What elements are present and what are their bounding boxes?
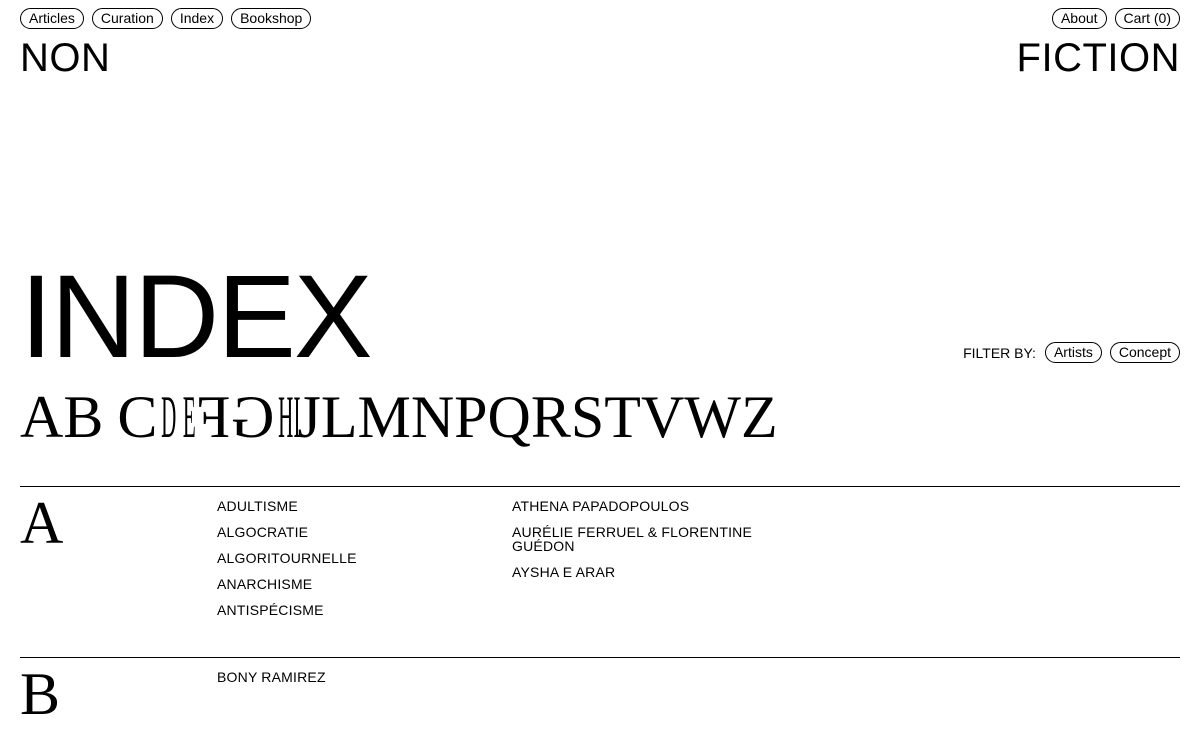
nav-index-button[interactable]: Index: [170, 8, 224, 29]
nav-about-button[interactable]: About: [1051, 8, 1107, 29]
alphabet-letter-w[interactable]: W: [684, 384, 741, 450]
alphabet-letter-i[interactable]: I: [294, 384, 301, 450]
nav-curation-button[interactable]: Curation: [91, 8, 163, 29]
brand-logo-non[interactable]: NON: [20, 36, 110, 80]
index-entry[interactable]: ATHENA PAPADOPOULOS: [512, 499, 782, 513]
alphabet-letter-e[interactable]: E: [183, 384, 196, 450]
concepts-column: BONY RAMIREZ: [217, 670, 477, 696]
index-entry[interactable]: ANTISPÉCISME: [217, 603, 477, 617]
alphabet-letter-n[interactable]: N: [411, 384, 454, 450]
filter-label: FILTER BY:: [963, 344, 1036, 361]
page-title: INDEX: [20, 251, 373, 383]
index-section-b: B BONY RAMIREZ: [20, 657, 1180, 738]
alphabet-letter-h[interactable]: H: [278, 384, 293, 450]
concepts-column: ADULTISME ALGOCRATIE ALGORITOURNELLE ANA…: [217, 499, 477, 629]
alphabet-letter-a[interactable]: A: [20, 384, 63, 450]
alphabet-letter-s[interactable]: S: [571, 384, 604, 450]
main-nav: Articles Curation Index Bookshop: [20, 8, 312, 29]
index-entry[interactable]: AYSHA E ARAR: [512, 565, 782, 579]
alphabet-letter-t[interactable]: T: [604, 384, 641, 450]
alphabet-letter-m[interactable]: M: [357, 384, 410, 450]
alphabet-letter-c[interactable]: C: [117, 384, 157, 450]
alphabet-nav: A B C D E F G H I J L M N P Q R S T V W …: [20, 384, 778, 450]
index-entry[interactable]: AURÉLIE FERRUEL & FLORENTINE GUÉDON: [512, 525, 782, 553]
nav-bookshop-button[interactable]: Bookshop: [231, 8, 312, 29]
index-section-a: A ADULTISME ALGOCRATIE ALGORITOURNELLE A…: [20, 486, 1180, 657]
section-letter: A: [20, 490, 64, 556]
alphabet-letter-r[interactable]: R: [531, 384, 571, 450]
alphabet-letter-g[interactable]: G: [231, 384, 274, 450]
artists-column: ATHENA PAPADOPOULOS AURÉLIE FERRUEL & FL…: [512, 499, 782, 591]
alphabet-letter-j[interactable]: J: [297, 384, 320, 450]
nav-articles-button[interactable]: Articles: [20, 8, 84, 29]
index-entry[interactable]: ANARCHISME: [217, 577, 477, 591]
alphabet-letter-q[interactable]: Q: [488, 384, 531, 450]
index-entry[interactable]: BONY RAMIREZ: [217, 670, 477, 684]
filter-bar: FILTER BY: Artists Concept: [963, 342, 1180, 363]
alphabet-letter-b[interactable]: B: [63, 384, 103, 450]
cart-button[interactable]: Cart (0): [1114, 8, 1180, 29]
alphabet-letter-v[interactable]: V: [641, 384, 684, 450]
alphabet-letter-p[interactable]: P: [454, 384, 487, 450]
section-letter: B: [20, 661, 61, 727]
filter-concept-button[interactable]: Concept: [1109, 342, 1180, 363]
index-entry[interactable]: ADULTISME: [217, 499, 477, 513]
index-entry[interactable]: ALGORITOURNELLE: [217, 551, 477, 565]
filter-artists-button[interactable]: Artists: [1044, 342, 1102, 363]
brand-logo-fiction[interactable]: FICTION: [1017, 36, 1180, 80]
alphabet-letter-d[interactable]: D: [161, 384, 176, 450]
index-entry[interactable]: ALGOCRATIE: [217, 525, 477, 539]
alphabet-letter-f[interactable]: F: [197, 384, 230, 450]
alphabet-letter-l[interactable]: L: [321, 384, 358, 450]
utility-nav: About Cart (0): [1051, 8, 1180, 29]
alphabet-letter-z[interactable]: Z: [741, 384, 778, 450]
